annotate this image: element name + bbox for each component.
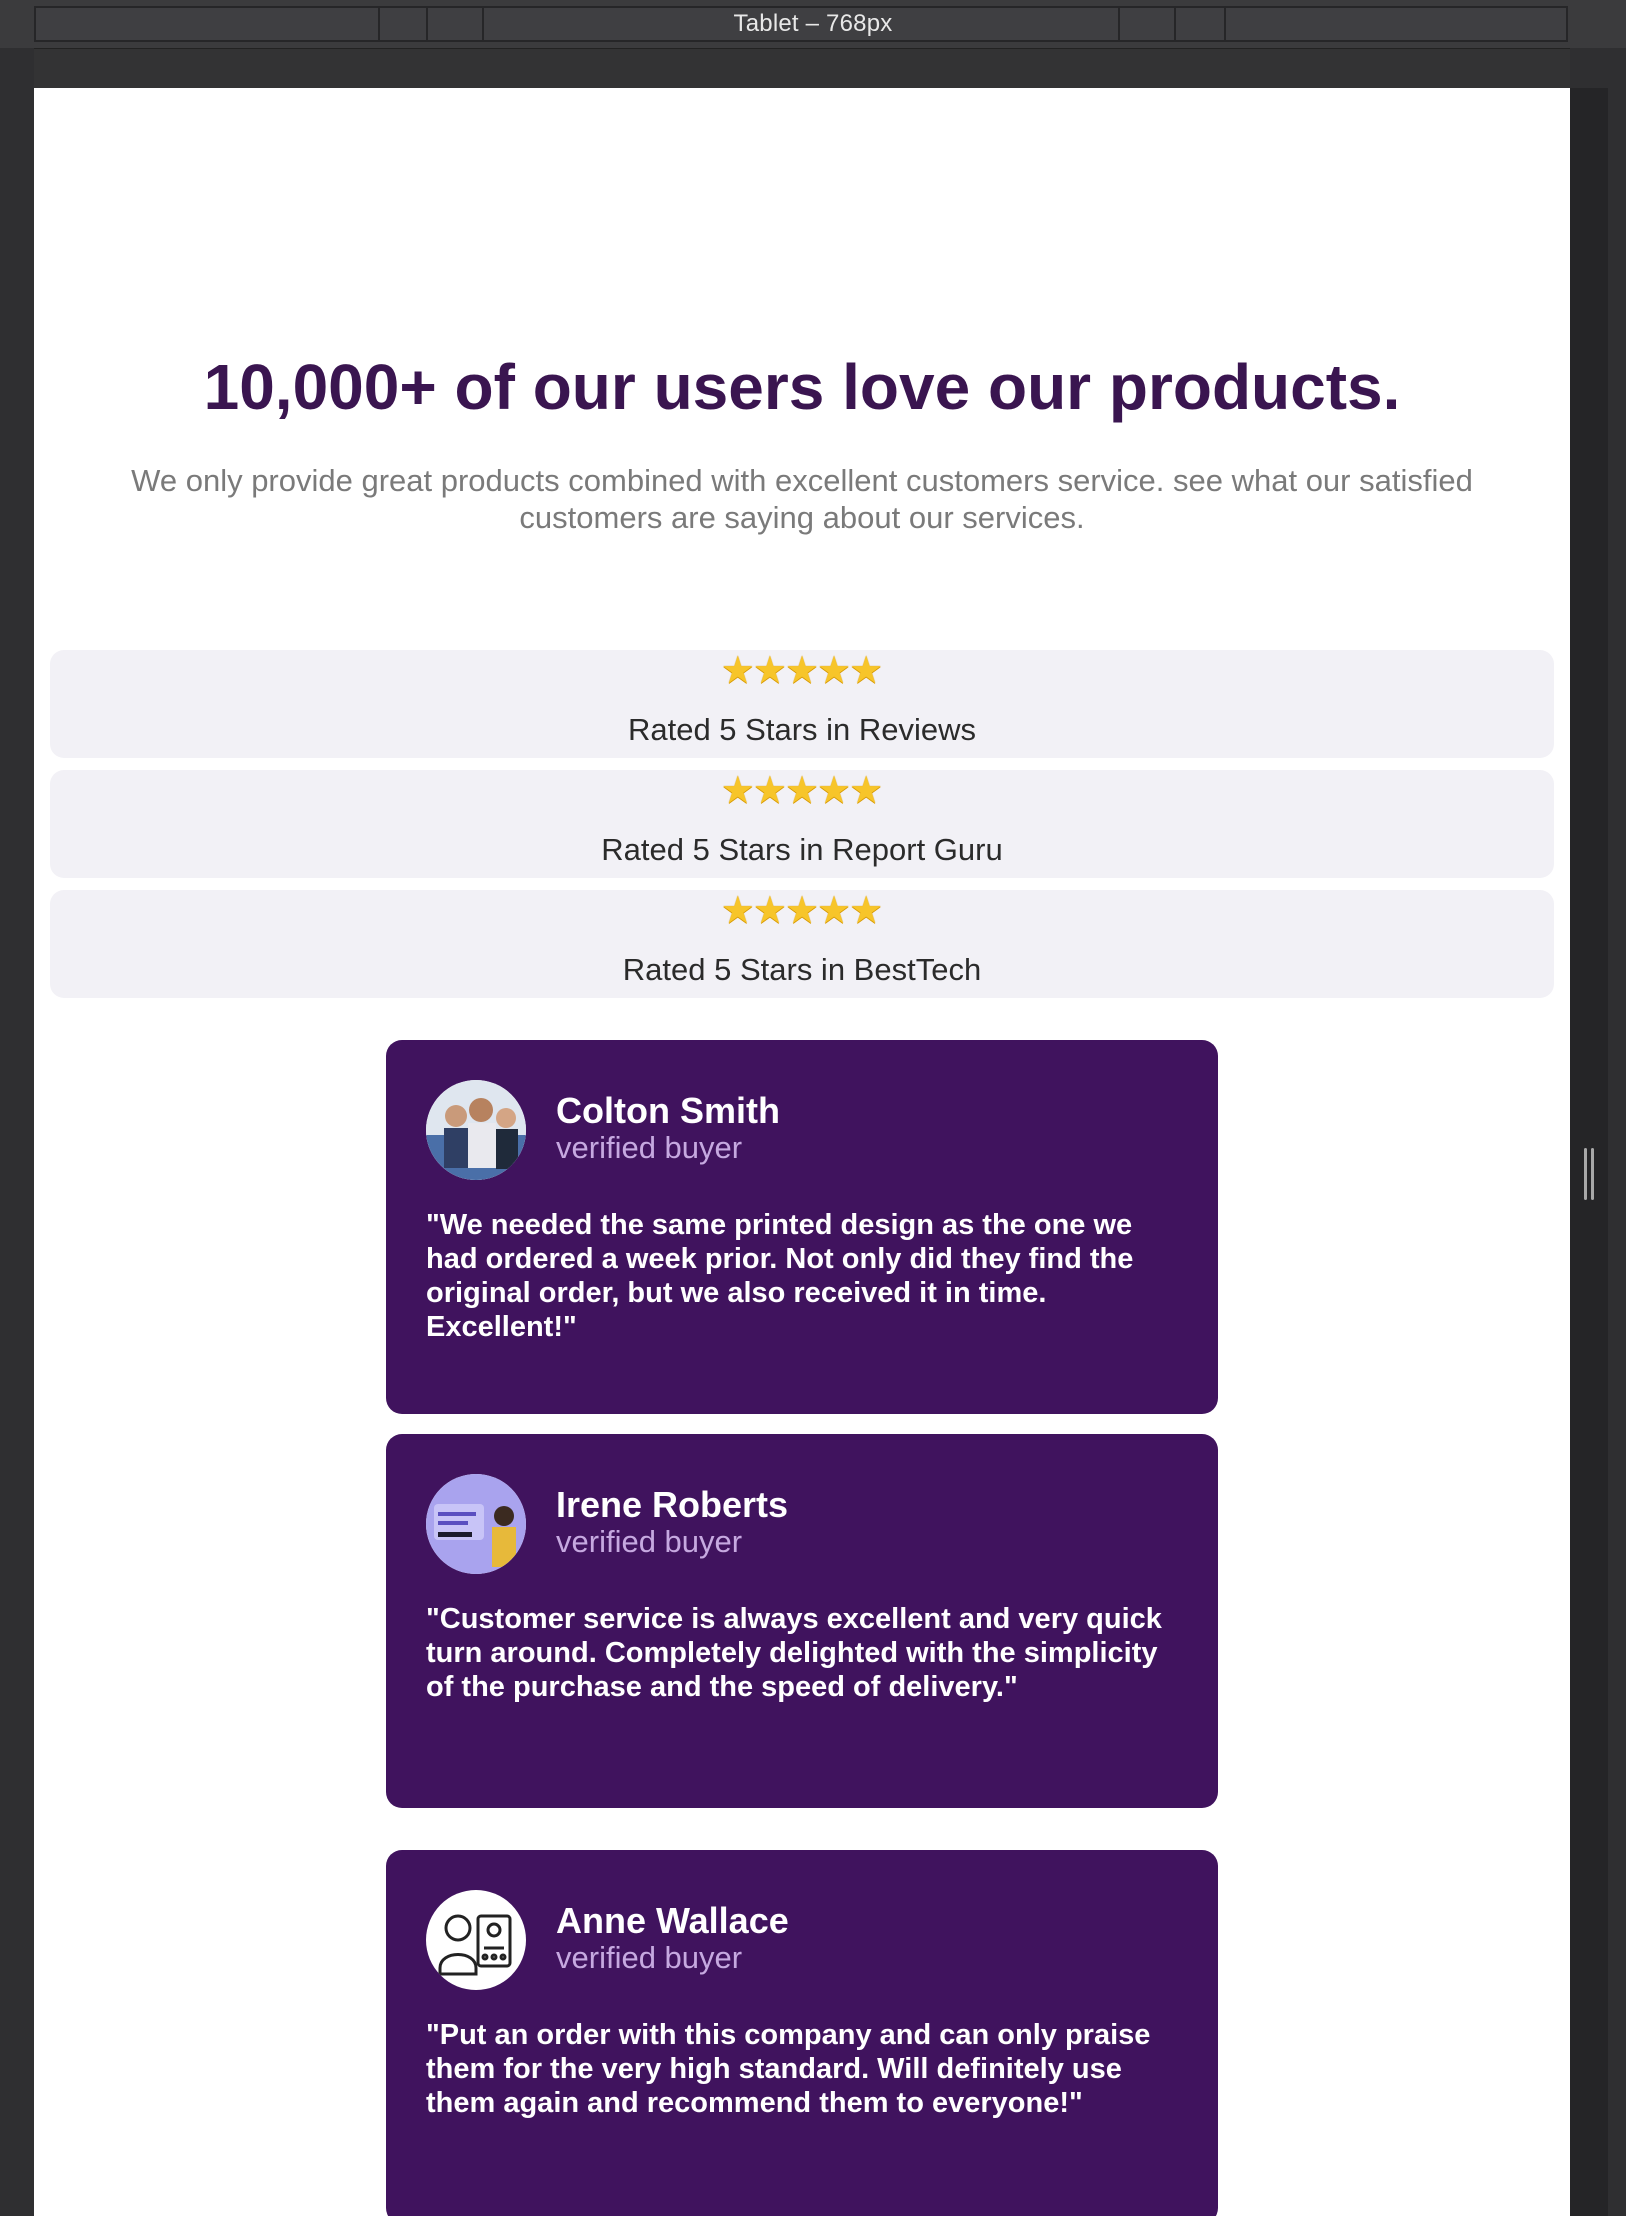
reviewer-role: verified buyer [556, 1524, 743, 1559]
reviewer-name: Colton Smith [556, 1090, 780, 1131]
reviewer-line-icon-avatar [426, 1890, 526, 1990]
rating-label: Rated 5 Stars in BestTech [622, 952, 982, 987]
left-gutter [0, 48, 34, 2216]
page-subtext: We only provide great products combined … [131, 463, 1473, 535]
star-icon: ★ [752, 770, 787, 812]
review-quote: "We needed the same printed design as th… [426, 1209, 1134, 1343]
social-proof-avatar [426, 1474, 526, 1574]
reviewer-role: verified buyer [556, 1130, 743, 1165]
star-icon: ★ [784, 650, 820, 692]
star-icon: ★ [720, 890, 755, 932]
star-icon: ★ [784, 890, 820, 932]
five-stars-icon: ★★★★★ [50, 652, 1554, 698]
rating-card: ★★★★★ Rated 5 Stars in BestTech [50, 890, 1554, 998]
star-icon: ★ [849, 770, 884, 812]
reviewer-name: Irene Roberts [556, 1484, 789, 1525]
review-quote: "Put an order with this company and can … [426, 2019, 1151, 2119]
star-icon: ★ [752, 650, 787, 692]
testimonial-card: Colton Smith verified buyer "We needed t… [386, 1040, 1218, 1414]
devtools-toolbar: Tablet – 768px [0, 0, 1626, 49]
rating-card: ★★★★★ Rated 5 Stars in Reviews [50, 650, 1554, 758]
star-icon: ★ [849, 890, 884, 932]
rating-label: Rated 5 Stars in Reviews [627, 712, 977, 747]
star-icon: ★ [752, 890, 787, 932]
testimonial-card: Irene Roberts verified buyer "Customer s… [386, 1434, 1218, 1808]
rating-card: ★★★★★ Rated 5 Stars in Report Guru [50, 770, 1554, 878]
star-icon: ★ [720, 770, 755, 812]
star-icon: ★ [784, 770, 820, 812]
page-viewport: 10,000+ of our users love our products. … [34, 88, 1570, 2216]
star-icon: ★ [720, 650, 755, 692]
star-icon: ★ [817, 650, 852, 692]
five-stars-icon: ★★★★★ [50, 772, 1554, 818]
people-photo-avatar [426, 1080, 526, 1180]
review-quote: "Customer service is always excellent an… [426, 1603, 1162, 1703]
testimonial-card: Anne Wallace verified buyer "Put an orde… [386, 1850, 1218, 2216]
viewport-resize-handle[interactable] [1584, 1148, 1596, 1200]
star-icon: ★ [817, 770, 852, 812]
rating-label: Rated 5 Stars in Report Guru [601, 832, 1003, 867]
device-size-title: Tablet – 768px [733, 10, 893, 37]
star-icon: ★ [817, 890, 852, 932]
reviewer-name: Anne Wallace [556, 1900, 789, 1941]
five-stars-icon: ★★★★★ [50, 892, 1554, 938]
star-icon: ★ [849, 650, 884, 692]
reviewer-role: verified buyer [556, 1940, 743, 1975]
right-gutter [1570, 48, 1626, 2216]
page-headline: 10,000+ of our users love our products. [203, 351, 1401, 423]
